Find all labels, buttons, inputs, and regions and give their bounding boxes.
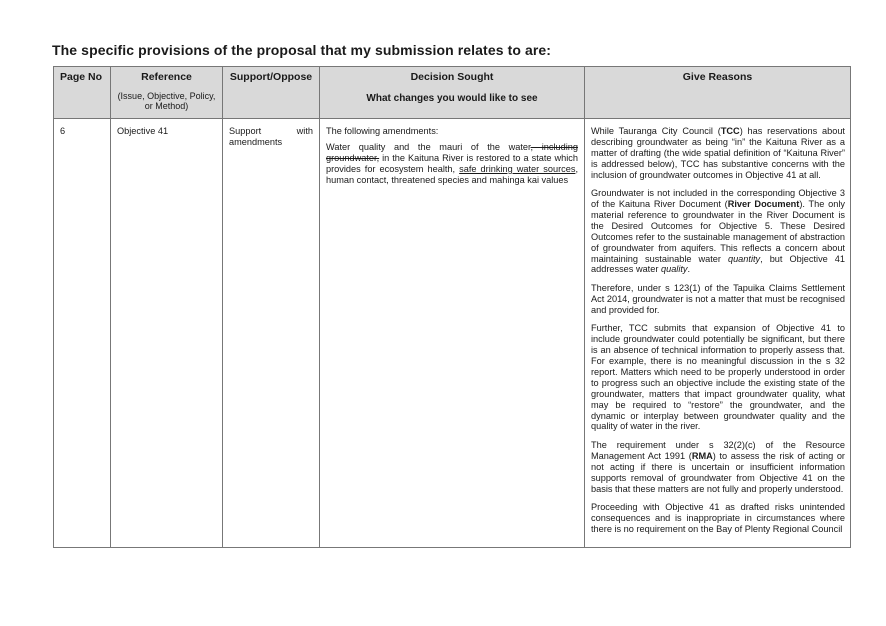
cell-page-no: 6	[53, 118, 111, 548]
page-heading: The specific provisions of the proposal …	[52, 42, 552, 58]
header-support-oppose: Support/Oppose	[222, 66, 320, 119]
header-page-no: Page No	[53, 66, 111, 119]
cell-support-oppose: Support with amendments	[222, 118, 320, 548]
reason-paragraph-4: Further, TCC submits that expansion of O…	[591, 323, 845, 432]
decision-intro: The following amendments:	[326, 126, 439, 136]
reason-paragraph-6: Proceeding with Objective 41 as drafted …	[591, 502, 845, 534]
amendments-word: amendments	[229, 136, 283, 147]
header-decision-subtitle: What changes you would like to see	[366, 92, 538, 104]
table-row: 6 Objective 41 Support with amendments T…	[53, 118, 851, 548]
support-word: Support	[229, 126, 262, 136]
table-header-row: Page No Reference (Issue, Objective, Pol…	[53, 66, 851, 119]
reason-paragraph-3: Therefore, under s 123(1) of the Tapuika…	[591, 282, 845, 315]
cell-give-reasons: While Tauranga City Council (TCC) has re…	[584, 118, 851, 548]
header-reference-subtitle: (Issue, Objective, Policy, or Method)	[117, 90, 216, 112]
decision-amendment-text: Water quality and the mauri of the water…	[326, 141, 578, 185]
cell-decision-sought: The following amendments: Water quality …	[319, 118, 585, 548]
cell-reference: Objective 41	[110, 118, 223, 548]
submission-table: Page No Reference (Issue, Objective, Pol…	[53, 66, 851, 548]
header-reference: Reference (Issue, Objective, Policy, or …	[110, 66, 223, 119]
with-word: with	[296, 126, 313, 136]
reason-paragraph-1: While Tauranga City Council (TCC) has re…	[591, 126, 845, 180]
reason-paragraph-5: The requirement under s 32(2)(c) of the …	[591, 439, 845, 494]
header-decision-sought: Decision Sought What changes you would l…	[319, 66, 585, 119]
reason-paragraph-2: Groundwater is not included in the corre…	[591, 188, 845, 275]
underlined-text: safe drinking water sources	[459, 163, 576, 174]
header-give-reasons: Give Reasons	[584, 66, 851, 119]
